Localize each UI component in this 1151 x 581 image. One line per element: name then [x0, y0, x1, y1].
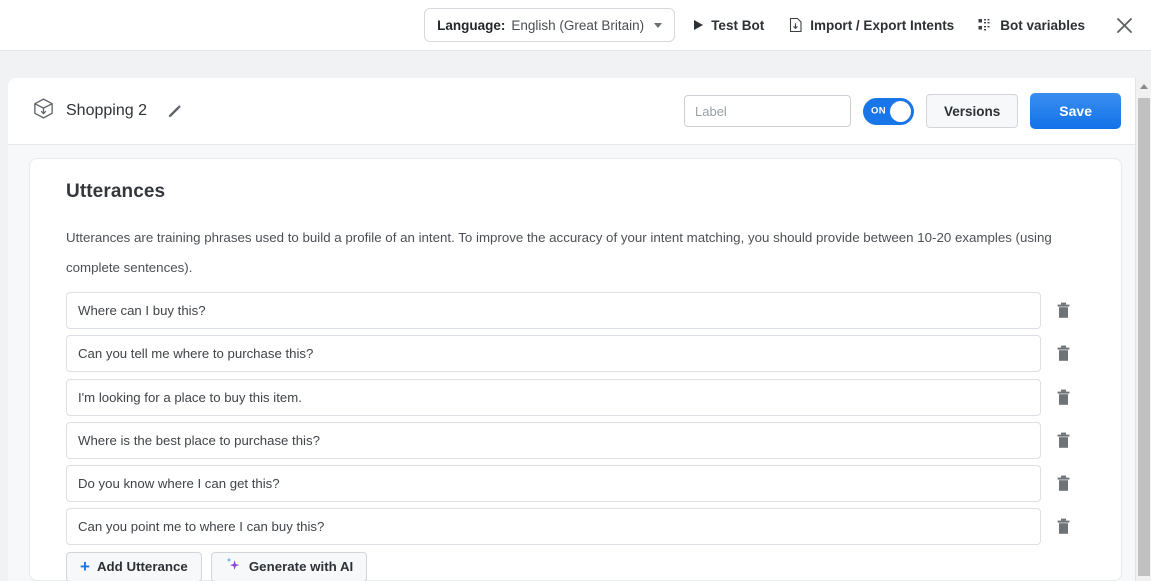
utterances-card: Utterances Utterances are training phras… — [29, 158, 1122, 581]
bot-variables-button[interactable]: Bot variables — [978, 18, 1085, 33]
utterance-input[interactable] — [66, 508, 1041, 545]
scroll-up-arrow-icon[interactable] — [1136, 78, 1151, 95]
utterance-row — [66, 379, 1085, 416]
test-bot-button[interactable]: Test Bot — [693, 18, 764, 33]
utterance-row — [66, 292, 1085, 329]
bot-title: Shopping 2 — [32, 97, 183, 125]
toggle-state-label: ON — [871, 106, 886, 117]
utterance-input[interactable] — [66, 379, 1041, 416]
utterance-row — [66, 465, 1085, 502]
utterance-input[interactable] — [66, 292, 1041, 329]
versions-button[interactable]: Versions — [926, 94, 1018, 128]
panel-body: Utterances Utterances are training phras… — [8, 145, 1143, 581]
utterance-input[interactable] — [66, 465, 1041, 502]
header-actions: ON Versions Save — [684, 93, 1121, 129]
utterance-row — [66, 508, 1085, 545]
trash-icon[interactable] — [1041, 302, 1085, 319]
label-input[interactable] — [684, 95, 851, 127]
utterance-row — [66, 422, 1085, 459]
utterance-row — [66, 335, 1085, 372]
play-icon — [693, 19, 704, 31]
cube-icon — [32, 97, 55, 125]
add-utterance-button[interactable]: + Add Utterance — [66, 552, 202, 581]
chevron-down-icon — [654, 23, 662, 28]
import-export-icon — [788, 17, 803, 33]
scrollbar-thumb[interactable] — [1138, 98, 1150, 576]
language-label: Language: — [437, 18, 505, 33]
import-export-intents-button[interactable]: Import / Export Intents — [788, 17, 954, 33]
trash-icon[interactable] — [1041, 345, 1085, 362]
toggle-knob — [890, 101, 911, 122]
trash-icon[interactable] — [1041, 475, 1085, 492]
vertical-scrollbar[interactable] — [1135, 78, 1151, 581]
pencil-icon[interactable] — [167, 103, 183, 119]
utterance-input[interactable] — [66, 422, 1041, 459]
page-title: Shopping 2 — [66, 102, 147, 120]
plus-icon: + — [80, 558, 90, 575]
trash-icon[interactable] — [1041, 432, 1085, 449]
variables-icon — [978, 18, 993, 32]
test-bot-label: Test Bot — [711, 18, 764, 33]
close-icon[interactable] — [1111, 12, 1137, 38]
panel-header: Shopping 2 ON Versions Save — [8, 78, 1143, 145]
top-toolbar: Language: English (Great Britain) Test B… — [0, 0, 1151, 51]
enable-toggle[interactable]: ON — [863, 98, 914, 125]
utterance-input[interactable] — [66, 335, 1041, 372]
generate-with-ai-label: Generate with AI — [249, 559, 353, 574]
generate-with-ai-button[interactable]: Generate with AI — [211, 552, 367, 581]
language-value: English (Great Britain) — [511, 18, 644, 33]
utterances-heading: Utterances — [66, 181, 1085, 203]
utterances-description: Utterances are training phrases used to … — [66, 223, 1085, 283]
import-export-label: Import / Export Intents — [810, 18, 954, 33]
utterance-actions: + Add Utterance Generate with AI — [66, 552, 1085, 581]
app-root: Language: English (Great Britain) Test B… — [0, 0, 1151, 581]
trash-icon[interactable] — [1041, 518, 1085, 535]
utterances-list — [66, 292, 1085, 545]
sparkle-icon — [225, 557, 242, 576]
save-button[interactable]: Save — [1030, 93, 1121, 129]
trash-icon[interactable] — [1041, 389, 1085, 406]
language-selector[interactable]: Language: English (Great Britain) — [424, 8, 675, 42]
add-utterance-label: Add Utterance — [97, 559, 188, 574]
bot-variables-label: Bot variables — [1000, 18, 1085, 33]
intent-editor-panel: Shopping 2 ON Versions Save — [8, 78, 1143, 581]
